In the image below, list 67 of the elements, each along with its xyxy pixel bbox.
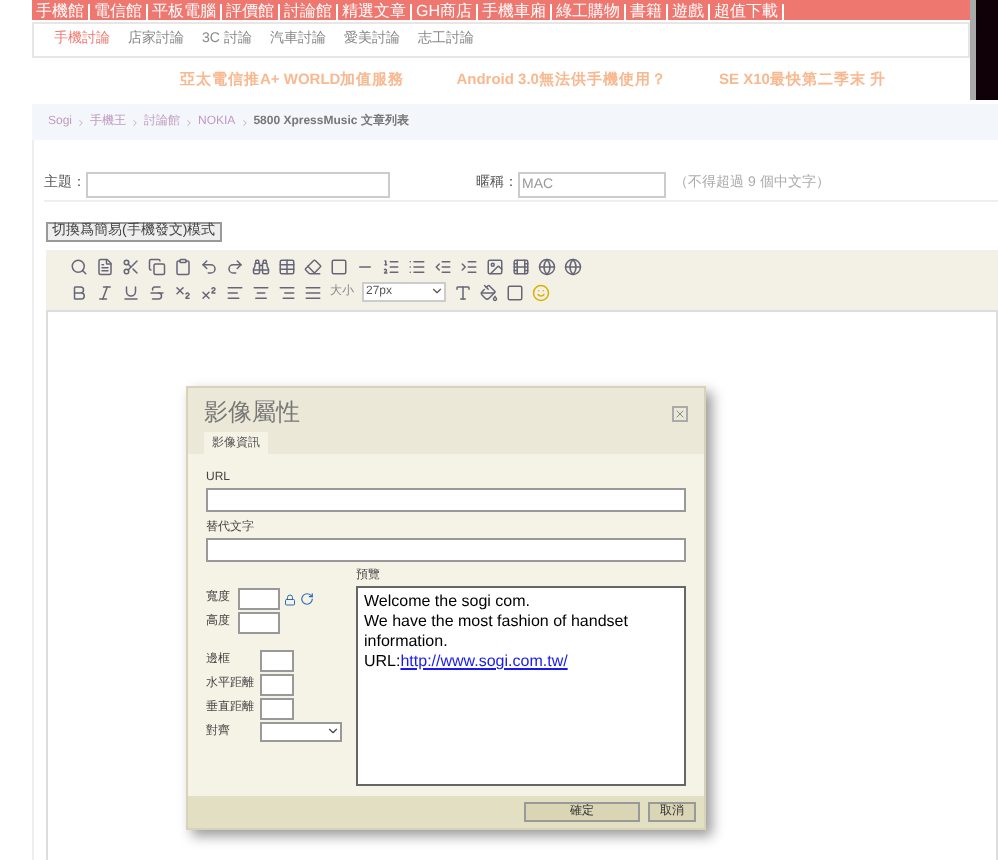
link-icon[interactable] [564,258,582,276]
vspace-field[interactable] [260,698,294,720]
top-nav-link[interactable]: 評價館 [222,4,280,20]
indent-icon[interactable] [460,258,478,276]
template-icon[interactable] [96,258,114,276]
preview-text: We have the most fashion of handset information. [364,612,630,652]
chevron-icon [130,117,141,127]
preview-url-label: URL: [364,652,401,670]
bg-color-icon[interactable] [480,283,498,301]
close-icon[interactable] [672,406,688,422]
top-nav-link[interactable]: 遊戲 [668,4,710,20]
dark-panel [970,0,998,100]
italic-icon[interactable] [96,283,114,301]
subscript-icon[interactable] [174,283,192,301]
bold-icon[interactable] [70,283,88,301]
preview-link[interactable]: http://www.sogi.com.tw/ [400,652,568,670]
redo-icon[interactable] [226,258,244,276]
top-nav-link[interactable]: 綠工購物 [552,4,626,20]
chevron-icon [184,117,195,127]
copy-icon[interactable] [148,258,166,276]
preview-text: Welcome the sogi com. [364,592,532,612]
eraser-icon[interactable] [304,258,322,276]
align-right-icon[interactable] [278,283,296,301]
chevron-icon [76,117,87,127]
dialog-title: 影像屬性 [204,396,300,430]
underline-icon[interactable] [122,283,140,301]
video-icon[interactable] [512,258,530,276]
outdent-icon[interactable] [434,258,452,276]
subject-field[interactable] [86,172,390,198]
superscript-icon[interactable] [200,283,218,301]
align-left-icon[interactable] [226,283,244,301]
justify-icon[interactable] [304,283,322,301]
top-nav-link[interactable]: 電信館 [90,4,148,20]
frame-icon[interactable] [330,258,348,276]
align-center-icon[interactable] [252,283,270,301]
alt-text-field[interactable] [206,538,686,562]
height-field[interactable] [238,612,280,634]
top-nav-link[interactable]: 手機車廂 [478,4,552,20]
border-field[interactable] [260,650,294,672]
text-color-icon[interactable] [454,283,472,301]
width-field[interactable] [238,588,280,610]
strikethrough-icon[interactable] [148,283,166,301]
chevron-icon [239,117,250,127]
top-nav-link[interactable]: 超值下載 [710,4,784,20]
top-nav-link[interactable]: 手機館 [32,4,90,20]
lock-icon[interactable] [284,593,296,605]
top-nav-link[interactable]: 討論館 [280,4,338,20]
preview-icon[interactable] [70,258,88,276]
globe-icon[interactable] [538,258,556,276]
top-nav-link[interactable]: 平板電腦 [148,4,222,20]
top-nav-link[interactable]: 書籍 [626,4,668,20]
dropdown-icon[interactable] [430,284,444,298]
reset-icon[interactable] [300,592,314,606]
find-icon[interactable] [252,258,270,276]
cut-icon[interactable] [122,258,140,276]
bullet-list-icon[interactable] [408,258,426,276]
box-icon[interactable] [506,283,524,301]
hspace-field[interactable] [260,674,294,696]
top-nav-link[interactable]: 精選文章 [338,4,412,20]
undo-icon[interactable] [200,258,218,276]
numbered-list-icon[interactable] [382,258,400,276]
dropdown-icon[interactable] [326,724,340,738]
top-nav-link[interactable]: GH商店 [412,4,478,20]
paste-icon[interactable] [174,258,192,276]
table-icon[interactable] [278,258,296,276]
url-field[interactable] [206,488,686,512]
image-icon[interactable] [486,258,504,276]
